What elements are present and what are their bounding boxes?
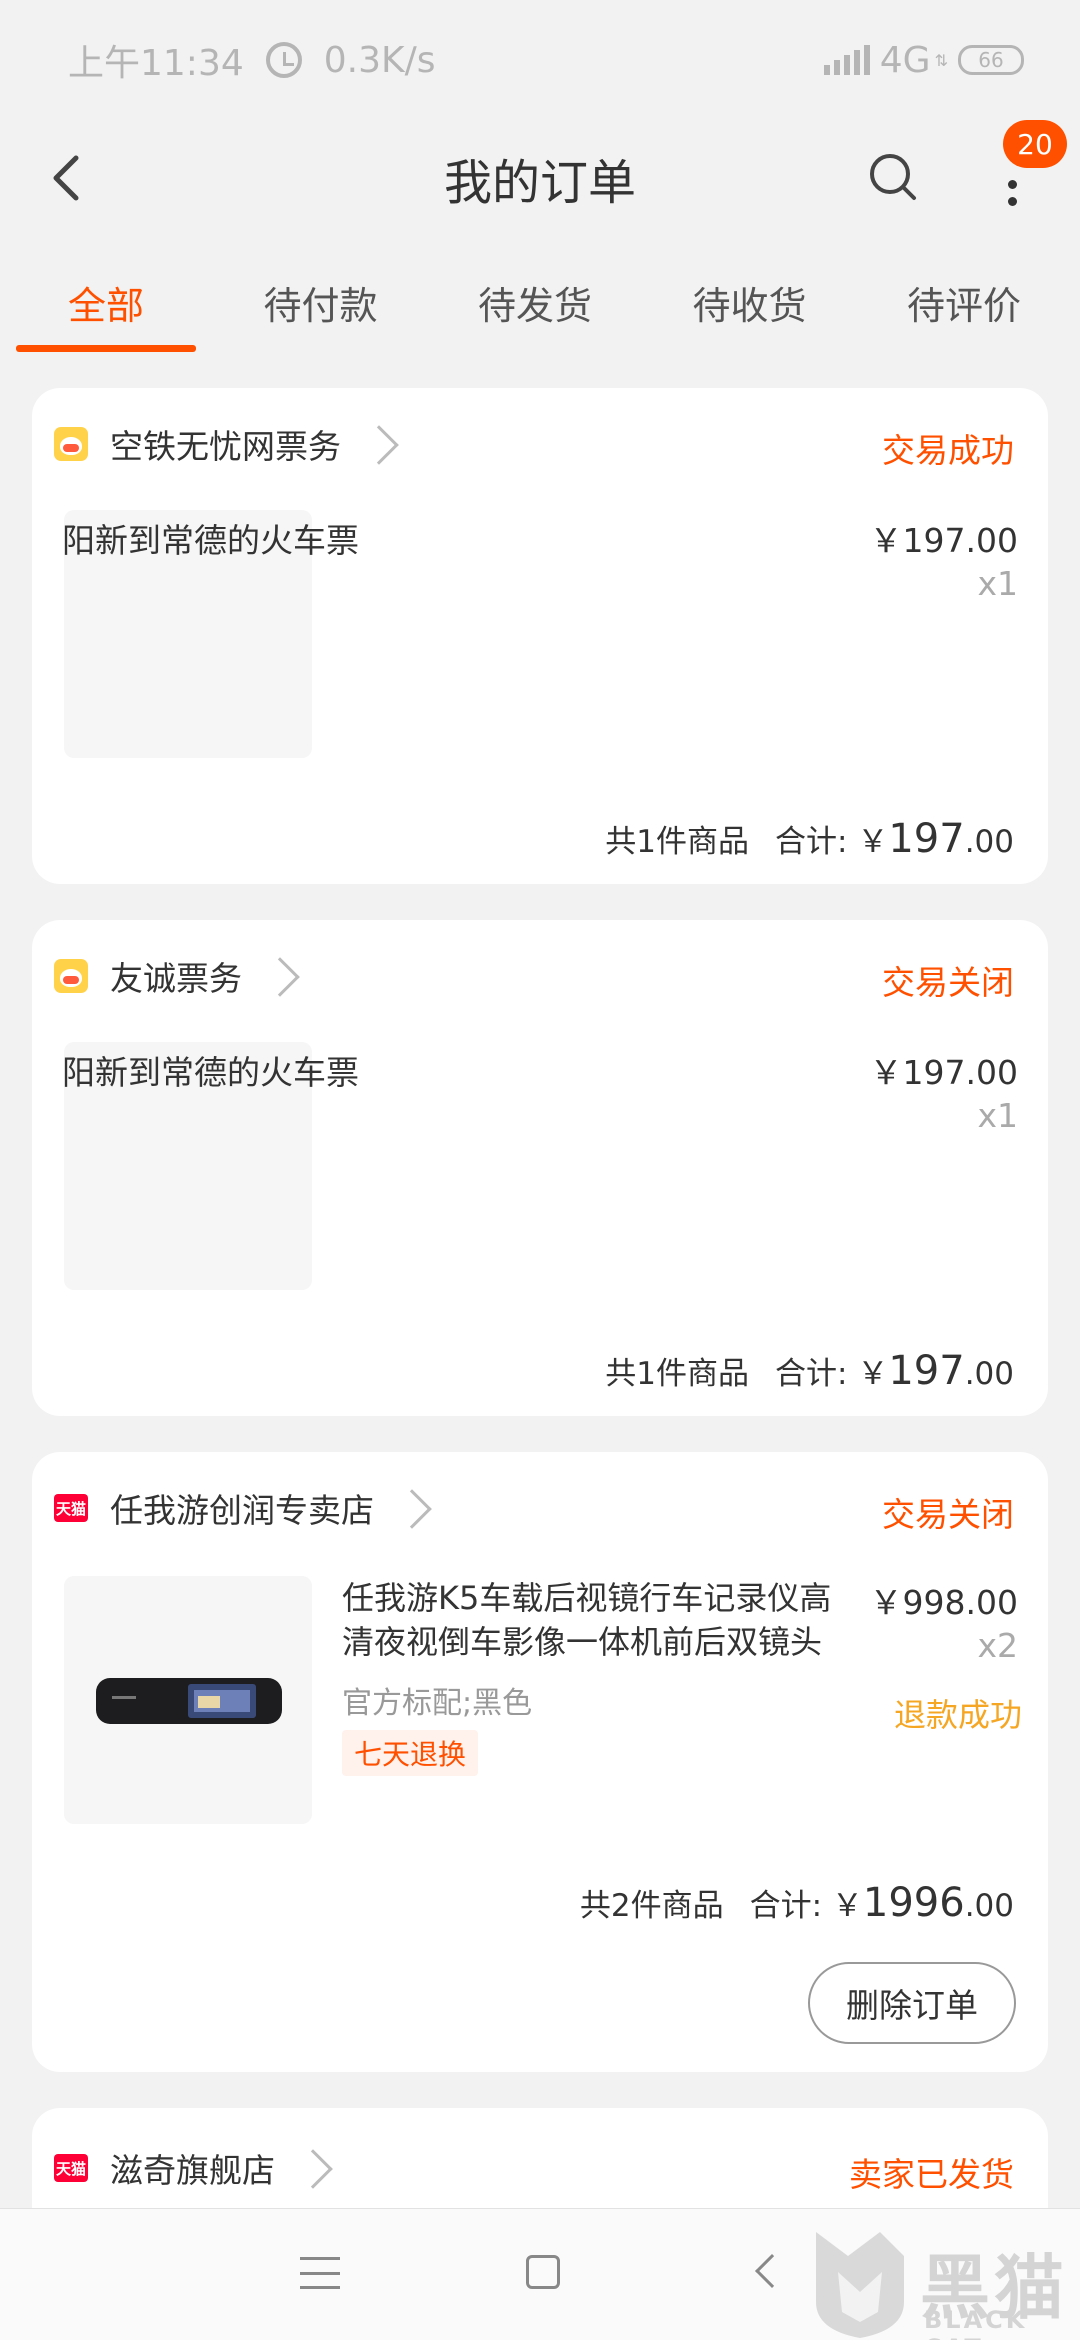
- delete-order-button[interactable]: 删除订单: [808, 1962, 1016, 2044]
- item-quantity: x1: [977, 564, 1018, 603]
- app-header: 我的订单: [0, 120, 1080, 236]
- tab-pending-payment[interactable]: 待付款: [231, 252, 411, 352]
- item-count: 共1件商品: [605, 824, 750, 860]
- status-bar: 上午11:34 0.3K/s 4G ⇅ 66: [0, 0, 1080, 120]
- shop-name: 任我游创润专卖店: [110, 1491, 374, 1530]
- signal-icon: [823, 45, 870, 75]
- shop-name: 滋奇旗舰店: [110, 2151, 275, 2190]
- chevron-right-icon: [359, 425, 399, 465]
- shop-icon: [54, 959, 88, 993]
- item-count: 共2件商品: [579, 1888, 724, 1924]
- alarm-icon: [265, 42, 302, 78]
- item-price: ￥197.00: [869, 521, 1018, 560]
- status-speed: 0.3K/s: [323, 39, 436, 81]
- battery-level: 66: [978, 48, 1004, 72]
- car-recorder-image: [96, 1678, 282, 1724]
- total-decimal: .00: [964, 1888, 1014, 1924]
- shop-name: 友诚票务: [110, 959, 242, 998]
- refund-status[interactable]: 退款成功: [894, 1690, 1022, 1736]
- order-summary: 共2件商品 合计: ￥ 1996 .00: [580, 1880, 1014, 1926]
- tab-pending-receipt[interactable]: 待收货: [660, 252, 840, 352]
- order-card[interactable]: 空铁无忧网票务 交易成功 阳新到常德的火车票 ￥197.00 x1 共1件商品 …: [32, 388, 1048, 884]
- total-label: 合计: ￥: [775, 824, 889, 860]
- more-icon: [1007, 180, 1017, 206]
- item-price: ￥197.00: [869, 1053, 1018, 1092]
- order-status: 交易关闭: [882, 963, 1014, 1002]
- shop-link[interactable]: 友诚票务: [54, 956, 300, 998]
- total-integer: 197: [888, 816, 965, 862]
- item-price: ￥998.00: [869, 1583, 1018, 1622]
- item-spec: 官方标配;黑色: [342, 1686, 533, 1721]
- order-summary: 共1件商品 合计: ￥ 197 .00: [605, 816, 1014, 862]
- tab-all[interactable]: 全部: [16, 252, 196, 352]
- item-title[interactable]: 阳新到常德的火车票: [62, 1046, 359, 1094]
- data-arrows-icon: ⇅: [934, 50, 948, 70]
- shop-link[interactable]: 空铁无忧网票务: [54, 424, 399, 466]
- search-button[interactable]: [862, 146, 926, 210]
- order-summary: 共1件商品 合计: ￥ 197 .00: [605, 1348, 1014, 1394]
- order-status: 交易关闭: [882, 1495, 1014, 1534]
- menu-icon[interactable]: [300, 2253, 340, 2293]
- total-decimal: .00: [964, 1356, 1014, 1392]
- item-title[interactable]: 任我游K5车载后视镜行车记录仪高清夜视倒车影像一体机前后双镜头: [342, 1576, 862, 1664]
- nav-back-icon[interactable]: [755, 2254, 789, 2288]
- search-icon: [870, 154, 916, 200]
- tmall-icon: 天猫: [54, 2154, 88, 2182]
- shop-icon: [54, 427, 88, 461]
- total-decimal: .00: [964, 824, 1014, 860]
- total-integer: 1996: [862, 1880, 965, 1926]
- order-card[interactable]: 天猫 滋奇旗舰店 卖家已发货: [32, 2108, 1048, 2208]
- status-time: 上午11:34: [68, 43, 244, 84]
- shop-name: 空铁无忧网票务: [110, 427, 341, 466]
- battery-icon: 66: [958, 45, 1024, 75]
- item-quantity: x1: [977, 1096, 1018, 1135]
- order-status: 卖家已发货: [849, 2155, 1014, 2194]
- total-label: 合计: ￥: [749, 1888, 863, 1924]
- chevron-right-icon: [293, 2149, 333, 2189]
- shop-link[interactable]: 天猫 任我游创润专卖店: [54, 1488, 432, 1530]
- order-tabs: 全部 待付款 待发货 待收货 待评价: [0, 252, 1080, 352]
- network-type: 4G: [879, 39, 931, 81]
- item-title[interactable]: 阳新到常德的火车票: [62, 514, 359, 562]
- home-icon[interactable]: [526, 2255, 560, 2289]
- item-thumbnail[interactable]: [64, 1576, 312, 1824]
- message-count-badge: 20: [1003, 120, 1067, 168]
- back-icon: [53, 155, 79, 201]
- tab-pending-review[interactable]: 待评价: [874, 252, 1054, 352]
- item-count: 共1件商品: [605, 1356, 750, 1392]
- item-quantity: x2: [977, 1626, 1018, 1665]
- tmall-icon: 天猫: [54, 1494, 88, 1522]
- total-integer: 197: [888, 1348, 965, 1394]
- shop-link[interactable]: 天猫 滋奇旗舰店: [54, 2148, 333, 2190]
- order-status: 交易成功: [882, 431, 1014, 470]
- order-card[interactable]: 天猫 任我游创润专卖店 交易关闭 任我游K5车载后视镜行车记录仪高清夜视倒车影像…: [32, 1452, 1048, 2072]
- page-title: 我的订单: [443, 155, 636, 211]
- chevron-right-icon: [260, 957, 300, 997]
- order-card[interactable]: 友诚票务 交易关闭 阳新到常德的火车票 ￥197.00 x1 共1件商品 合计:…: [32, 920, 1048, 1416]
- back-button[interactable]: [36, 146, 100, 210]
- watermark-subtext: BLACK CAT: [924, 2306, 1028, 2340]
- total-label: 合计: ￥: [775, 1356, 889, 1392]
- chevron-right-icon: [392, 1489, 432, 1529]
- tab-pending-shipment[interactable]: 待发货: [445, 252, 625, 352]
- return-policy-tag: 七天退换: [342, 1730, 479, 1776]
